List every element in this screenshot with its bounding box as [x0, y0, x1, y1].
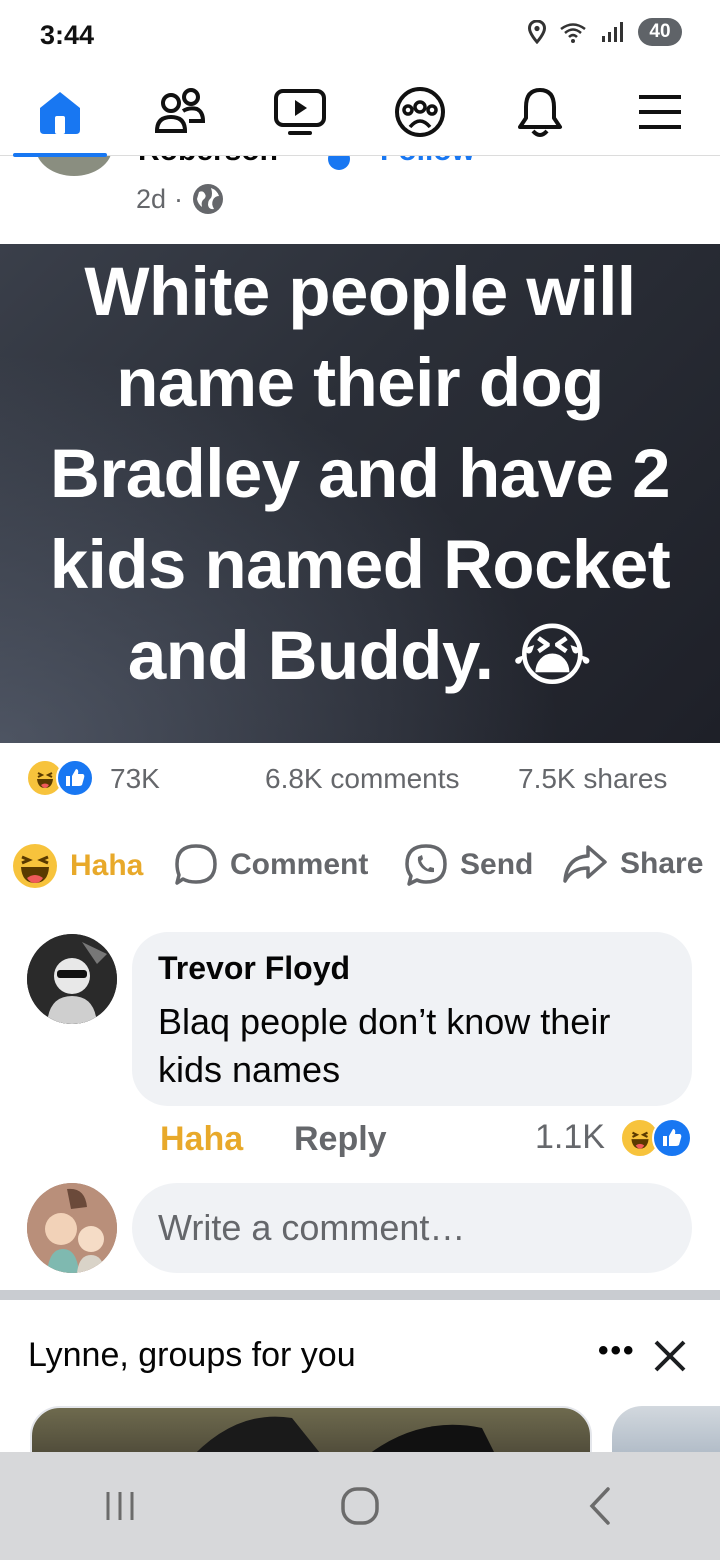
- nav-home[interactable]: [13, 72, 107, 157]
- bell-icon: [518, 87, 562, 137]
- status-bar: 3:44 40: [0, 0, 720, 68]
- comment-input[interactable]: Write a comment…: [132, 1183, 692, 1273]
- shares-count[interactable]: 7.5K shares: [518, 763, 667, 795]
- haha-icon: [13, 844, 57, 888]
- back-button[interactable]: [570, 1476, 630, 1536]
- nav-groups[interactable]: [375, 72, 465, 152]
- friends-icon: [154, 87, 206, 133]
- location-icon: [528, 20, 546, 44]
- post-author-name[interactable]: Roberson: [138, 156, 278, 168]
- commenter-avatar[interactable]: [27, 934, 117, 1024]
- comment-button[interactable]: Comment: [174, 843, 368, 887]
- nav-friends[interactable]: [135, 72, 225, 152]
- like-icon: [652, 1118, 692, 1158]
- author-avatar[interactable]: [36, 156, 112, 176]
- groups-icon: [395, 86, 445, 137]
- home-icon: [40, 91, 80, 134]
- post-time[interactable]: 2d: [136, 184, 166, 215]
- reactions-summary[interactable]: 73K 6.8K comments 7.5K shares: [0, 743, 720, 815]
- back-chevron-icon: [589, 1487, 610, 1525]
- comment-actions: Haha Reply 1.1K: [0, 1118, 720, 1168]
- section-divider: [0, 1290, 720, 1300]
- haha-reaction-button[interactable]: Haha: [12, 843, 143, 889]
- comment-bubble[interactable]: Trevor Floyd Blaq people don’t know thei…: [132, 932, 692, 1106]
- globe-icon: [193, 184, 224, 214]
- haha-label: Haha: [70, 849, 144, 882]
- send-button[interactable]: Send: [404, 843, 533, 887]
- home-button[interactable]: [330, 1476, 390, 1536]
- recents-icon: [106, 1492, 134, 1520]
- my-avatar[interactable]: [27, 1183, 117, 1273]
- video-icon: [274, 88, 326, 135]
- post-meta: 2d ·: [136, 182, 225, 216]
- verified-badge-icon: [328, 156, 350, 170]
- comment-label: Comment: [230, 848, 369, 881]
- meta-separator: ·: [174, 183, 184, 214]
- post-image-text: White people will name their dog Bradley…: [49, 253, 671, 694]
- post-actions: Haha Comment Send Share: [0, 815, 720, 915]
- like-icon: [56, 759, 94, 797]
- signal-icon: [602, 22, 623, 42]
- groups-more-options[interactable]: •••: [598, 1334, 636, 1368]
- share-icon: [563, 845, 607, 883]
- nav-notifications[interactable]: [495, 72, 585, 152]
- status-time: 3:44: [40, 20, 95, 50]
- nav-watch[interactable]: [255, 72, 345, 152]
- home-circle-icon: [341, 1487, 379, 1525]
- comment-reaction-count[interactable]: 1.1K: [535, 1118, 605, 1157]
- hamburger-menu-icon: [639, 94, 681, 129]
- comment-haha-button[interactable]: Haha: [160, 1120, 243, 1159]
- reaction-icons: [26, 759, 94, 797]
- comment-reaction-icons[interactable]: [620, 1118, 692, 1158]
- groups-section-title: Lynne, groups for you: [28, 1336, 356, 1374]
- nav-menu[interactable]: [615, 72, 705, 152]
- send-label: Send: [460, 848, 534, 881]
- recents-button[interactable]: [90, 1476, 150, 1536]
- comment-author[interactable]: Trevor Floyd: [158, 950, 350, 987]
- share-button[interactable]: Share: [562, 843, 703, 885]
- post-image[interactable]: White people will name their dog Bradley…: [0, 244, 720, 743]
- comment-text: Blaq people don’t know their kids names: [158, 1001, 611, 1090]
- android-navigation-bar: [0, 1452, 720, 1560]
- wifi-icon: [560, 23, 586, 43]
- messenger-icon: [405, 844, 447, 886]
- status-icons: 40: [528, 18, 682, 46]
- battery-indicator: 40: [638, 18, 682, 46]
- comment-icon: [175, 844, 217, 885]
- close-icon[interactable]: [650, 1336, 690, 1376]
- post-header: Roberson Follow 2d ·: [0, 156, 720, 244]
- reaction-count[interactable]: 73K: [110, 763, 160, 795]
- top-navigation: [0, 68, 720, 157]
- comments-count[interactable]: 6.8K comments: [265, 763, 460, 795]
- share-label: Share: [620, 847, 704, 880]
- comment-input-placeholder: Write a comment…: [158, 1207, 466, 1248]
- follow-button[interactable]: Follow: [380, 156, 475, 168]
- comment-reply-button[interactable]: Reply: [294, 1120, 387, 1159]
